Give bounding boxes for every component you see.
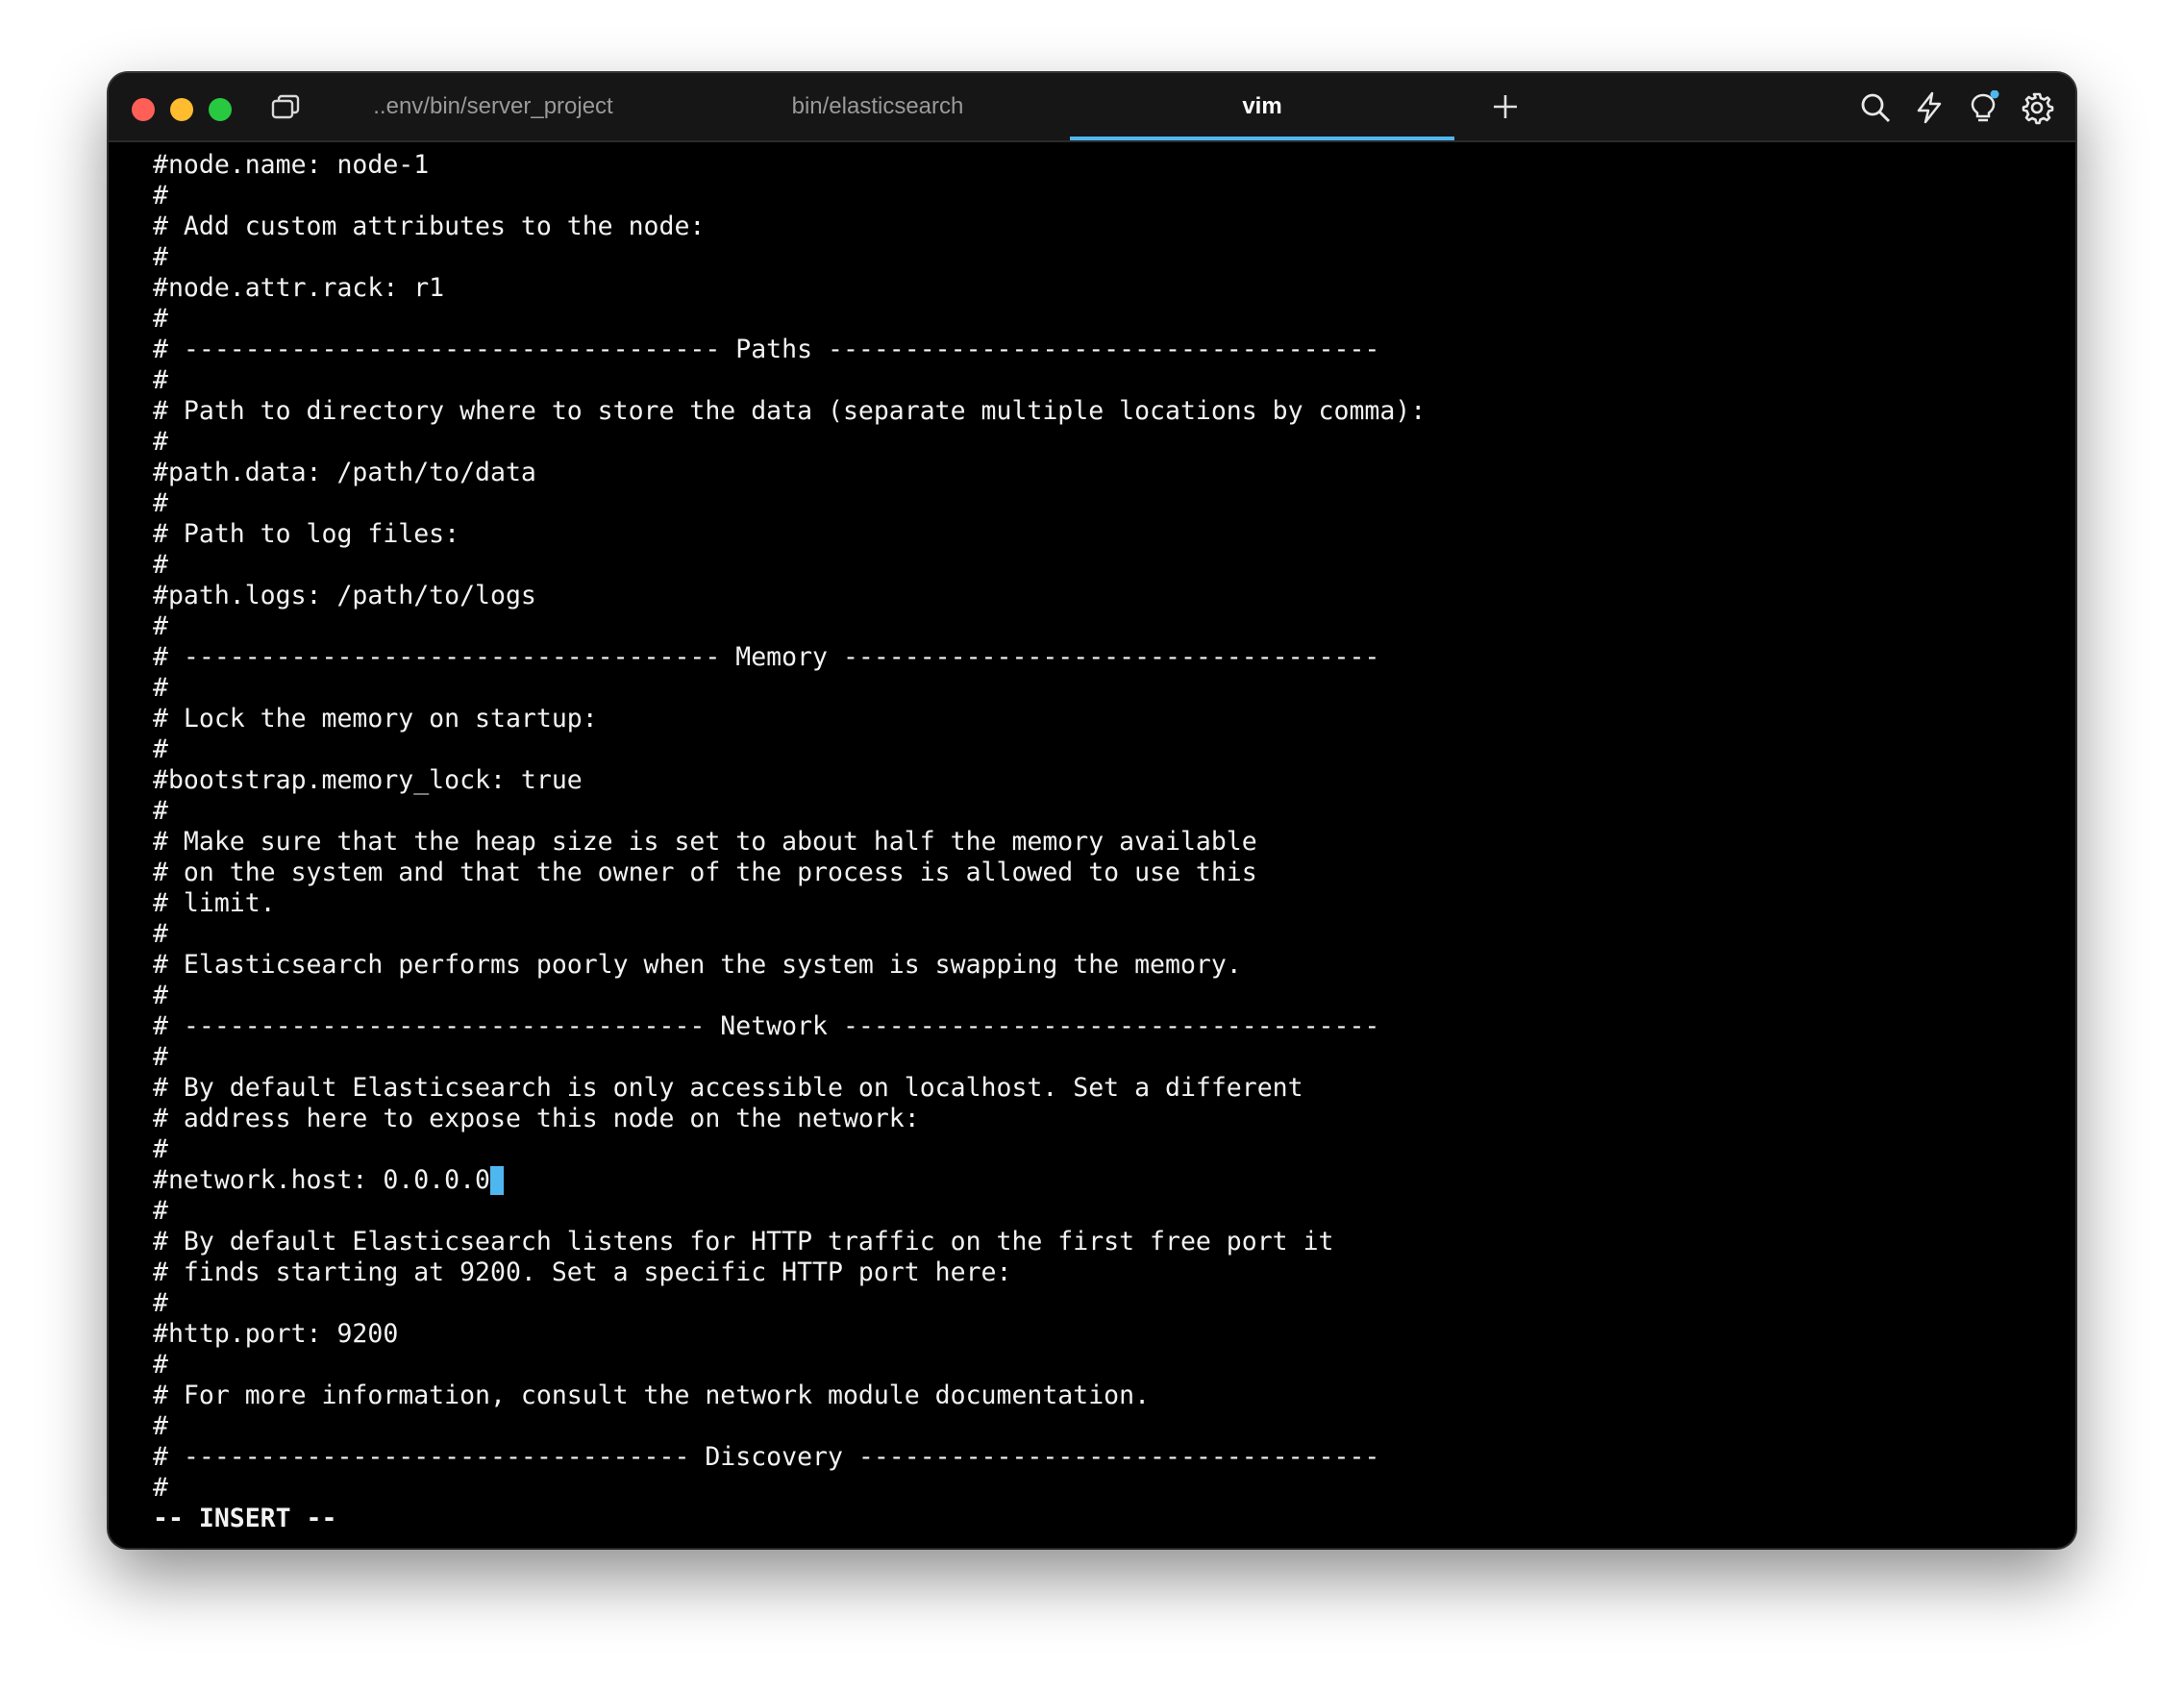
tab-label: bin/elasticsearch [791, 93, 964, 119]
text-cursor [490, 1166, 504, 1195]
terminal-window: ..env/bin/server_project bin/elasticsear… [109, 73, 2075, 1548]
editor-line: # [153, 488, 168, 518]
search-icon[interactable] [1858, 90, 1893, 125]
editor-line: # [153, 1196, 168, 1226]
editor-line: # By default Elasticsearch is only acces… [153, 1073, 1303, 1103]
editor-line: # [153, 1042, 168, 1072]
split-pane-icon[interactable] [270, 94, 301, 119]
editor-line: # [153, 1350, 168, 1380]
editor-line: # Add custom attributes to the node: [153, 212, 706, 241]
tab-server-project[interactable]: ..env/bin/server_project [301, 73, 685, 140]
editor-line: # Path to log files: [153, 519, 460, 549]
editor-line: # [153, 365, 168, 395]
vim-mode-indicator: -- INSERT -- [153, 1504, 337, 1533]
editor-line: # --------------------------------- Disc… [153, 1442, 1380, 1472]
editor-line: # [153, 1288, 168, 1318]
close-window-button[interactable] [132, 98, 155, 121]
editor-line: # Lock the memory on startup: [153, 704, 598, 734]
editor-line: # [153, 304, 168, 334]
editor-lines: #node.name: node-1 # # Add custom attribut… [153, 150, 2056, 1504]
editor-line: #bootstrap.memory_lock: true [153, 765, 583, 795]
editor-line: # Make sure that the heap size is set to… [153, 827, 1257, 857]
editor-line: # [153, 611, 168, 641]
editor-line: # [153, 242, 168, 272]
minimize-window-button[interactable] [170, 98, 193, 121]
editor-line: # For more information, consult the netw… [153, 1381, 1151, 1410]
editor-line: #node.attr.rack: r1 [153, 273, 445, 303]
editor-line: # [153, 981, 168, 1010]
editor-line: # ---------------------------------- Net… [153, 1011, 1380, 1041]
editor-line: # Elasticsearch performs poorly when the… [153, 950, 1242, 980]
editor-line: # [153, 1473, 168, 1503]
editor-line: # [153, 796, 168, 826]
tab-elasticsearch[interactable]: bin/elasticsearch [685, 73, 1070, 140]
tab-label: vim [1242, 93, 1282, 119]
editor-line: #node.name: node-1 [153, 150, 430, 180]
editor-line: # By default Elasticsearch listens for H… [153, 1227, 1334, 1257]
editor-line: # ----------------------------------- Me… [153, 642, 1380, 672]
gear-icon[interactable] [2020, 90, 2054, 125]
editor-line: #network.host: 0.0.0.0 [153, 1165, 2056, 1196]
editor-line: # [153, 181, 168, 211]
tab-label: ..env/bin/server_project [373, 93, 613, 119]
editor-line: # [153, 550, 168, 580]
editor-line: # address here to expose this node on th… [153, 1104, 920, 1133]
editor-line: # [153, 673, 168, 703]
zoom-window-button[interactable] [209, 98, 232, 121]
title-bar: ..env/bin/server_project bin/elasticsear… [109, 73, 2075, 142]
editor-line: #path.logs: /path/to/logs [153, 581, 536, 610]
editor-line: #path.data: /path/to/data [153, 458, 536, 487]
editor-line: #http.port: 9200 [153, 1319, 399, 1349]
editor-line: # on the system and that the owner of th… [153, 858, 1257, 887]
editor-line: # [153, 734, 168, 764]
editor-line: # [153, 1134, 168, 1164]
new-tab-plus-icon[interactable] [1489, 90, 1522, 123]
editor-line: # [153, 1411, 168, 1441]
vim-editor[interactable]: #node.name: node-1 # # Add custom attribut… [153, 150, 2056, 1540]
editor-line: # limit. [153, 888, 276, 918]
tab-vim[interactable]: vim [1070, 73, 1454, 140]
editor-line: # [153, 427, 168, 457]
editor-line-text: #network.host: 0.0.0.0 [153, 1165, 490, 1195]
editor-line: # Path to directory where to store the d… [153, 396, 1427, 426]
lightbulb-icon[interactable] [1966, 90, 2000, 125]
editor-line: # finds starting at 9200. Set a specific… [153, 1257, 1012, 1287]
editor-line: # [153, 919, 168, 949]
editor-line: # ----------------------------------- Pa… [153, 335, 1380, 364]
bolt-icon[interactable] [1912, 90, 1947, 125]
